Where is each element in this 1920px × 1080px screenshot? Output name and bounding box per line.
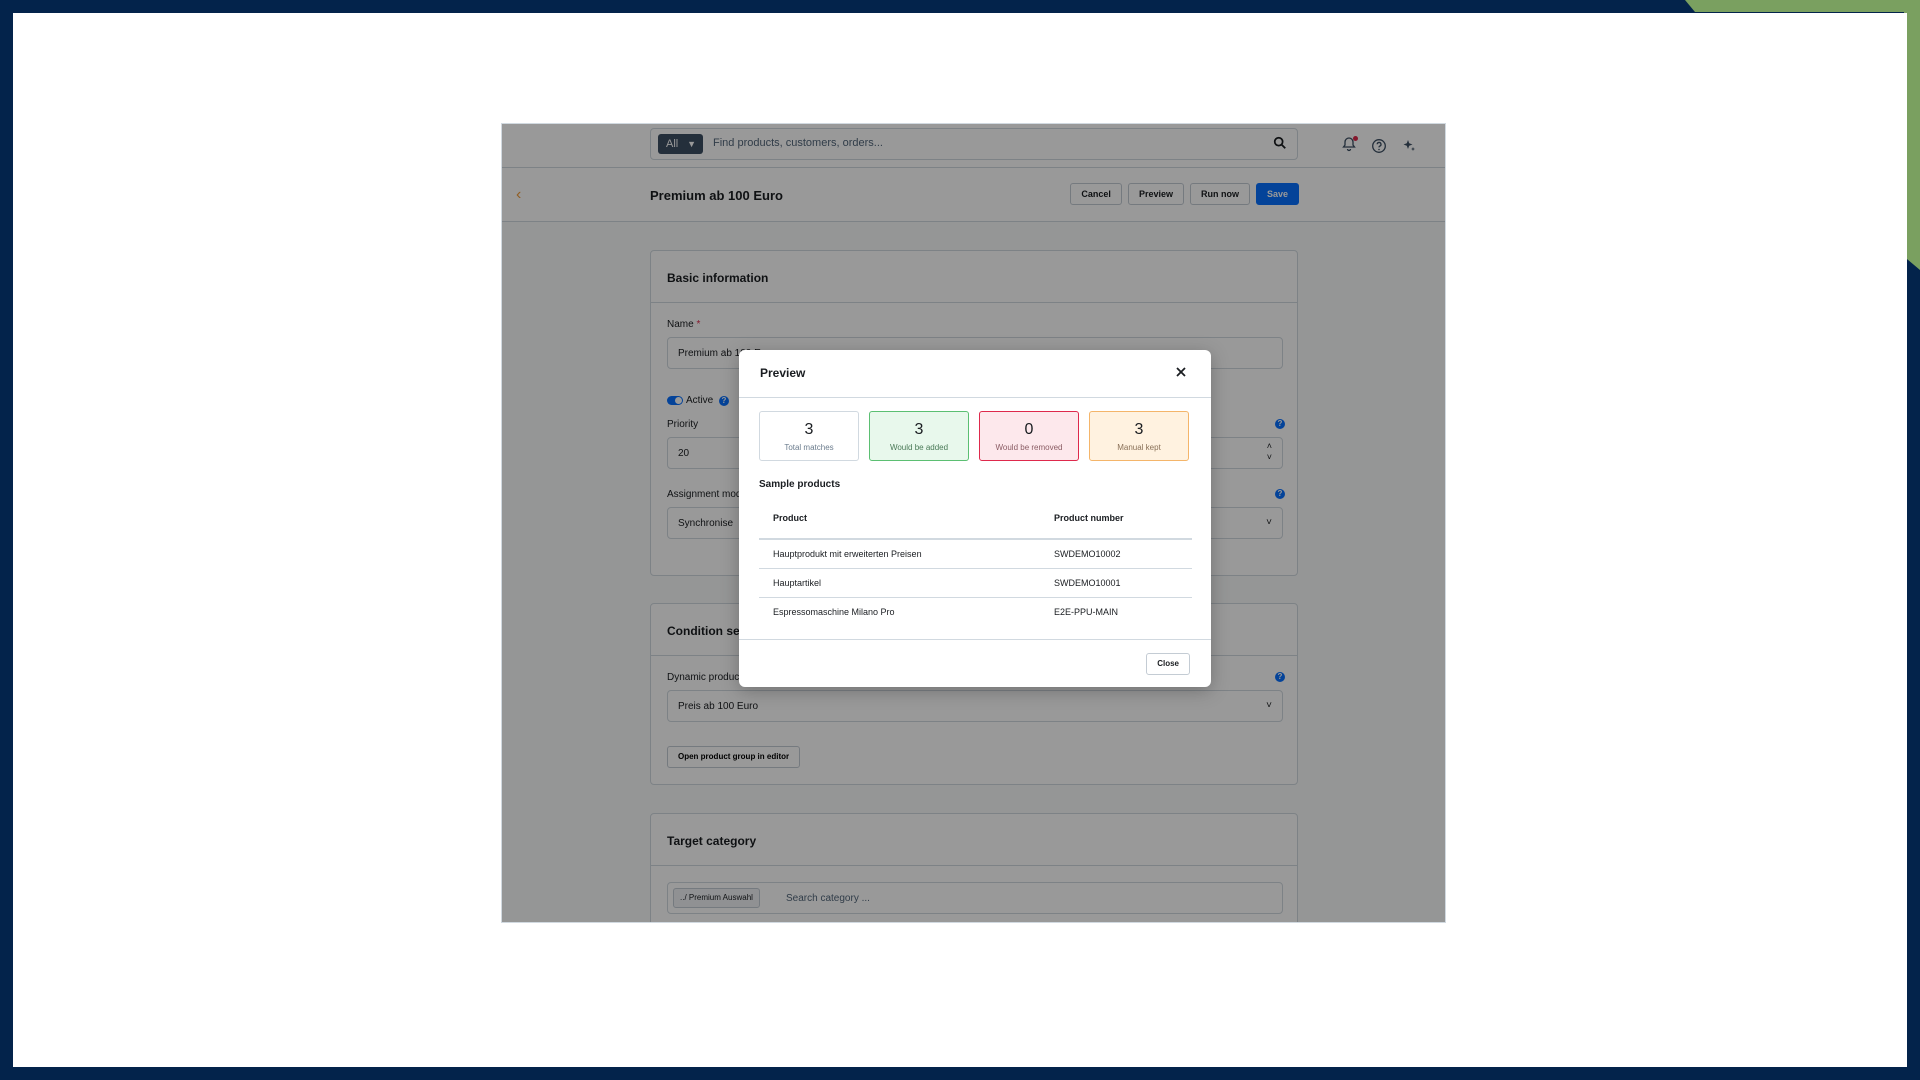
preview-modal: Preview 3 Total matches 3 Would be added…	[739, 350, 1211, 687]
column-header-product-number: Product number	[1040, 497, 1192, 540]
product-name-cell: Hauptprodukt mit erweiterten Preisen	[759, 539, 1040, 569]
table-row: Espressomaschine Milano Pro E2E-PPU-MAIN	[759, 597, 1192, 626]
stat-total-matches: 3 Total matches	[759, 411, 859, 461]
canvas: All ▼ Find products, customers, orders..…	[13, 13, 1907, 1067]
table-header-row: Product Product number	[759, 497, 1192, 540]
frame-decoration-stripe	[1660, 0, 1920, 12]
stat-caption: Total matches	[784, 443, 834, 452]
table-row: Hauptartikel SWDEMO10001	[759, 568, 1192, 598]
table-row: Hauptprodukt mit erweiterten Preisen SWD…	[759, 539, 1192, 569]
stat-caption: Would be added	[889, 443, 949, 452]
sample-products-table: Product Product number Hauptprodukt mit …	[759, 497, 1192, 626]
column-header-product: Product	[759, 497, 1040, 540]
modal-title: Preview	[760, 366, 806, 380]
stat-value: 3	[914, 421, 924, 438]
stat-value: 3	[804, 421, 814, 438]
admin-app-window: All ▼ Find products, customers, orders..…	[501, 123, 1446, 923]
product-number-cell: E2E-PPU-MAIN	[1054, 606, 1119, 617]
product-number-cell: SWDEMO10002	[1040, 539, 1192, 569]
stat-would-be-removed: 0 Would be removed	[979, 411, 1079, 461]
product-number-cell: SWDEMO10001	[1040, 568, 1192, 598]
modal-header: Preview	[739, 350, 1211, 398]
modal-footer: Close	[739, 639, 1211, 687]
stat-caption: Would be removed	[995, 443, 1063, 452]
stat-would-be-added: 3 Would be added	[869, 411, 969, 461]
stat-value: 0	[1024, 421, 1034, 438]
product-name-cell: Espressomaschine Milano Pro	[773, 606, 895, 617]
product-name-cell: Hauptartikel	[759, 568, 1040, 598]
stat-value: 3	[1134, 421, 1144, 438]
close-button[interactable]: Close	[1146, 653, 1190, 675]
stat-manual-kept: 3 Manual kept	[1089, 411, 1189, 461]
preview-stats: 3 Total matches 3 Would be added 0 Would…	[759, 411, 1189, 461]
stat-caption: Manual kept	[1117, 443, 1161, 452]
sample-products-title: Sample products	[759, 479, 841, 490]
close-icon[interactable]	[1173, 364, 1189, 380]
